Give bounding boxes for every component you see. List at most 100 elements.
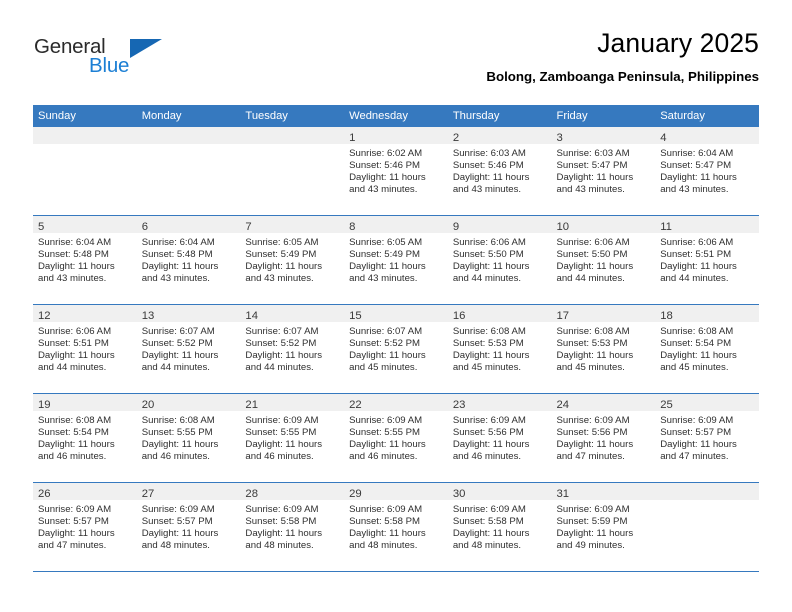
sunset-time: Sunset: 5:49 PM [245, 249, 317, 261]
daylight-duration-line1: Daylight: 11 hours [349, 528, 426, 540]
daylight-duration-line2: and 46 minutes. [349, 451, 418, 463]
calendar-day-cell[interactable]: 15 Sunrise: 6:07 AM Sunset: 5:52 PM Dayligh… [344, 304, 448, 394]
sunrise-time: Sunrise: 6:09 AM [245, 415, 319, 426]
calendar-day-cell[interactable]: 30 Sunrise: 6:09 AM Sunset: 5:58 PM Dayligh… [447, 482, 552, 572]
day-details: Sunrise: 6:09 AM Sunset: 5:57 PM Daylight:… [655, 411, 759, 463]
calendar-day-cell[interactable]: 9 Sunrise: 6:06 AM Sunset: 5:50 PM Daylight… [447, 215, 552, 305]
day-number: 14 [245, 310, 258, 322]
calendar-day-cell[interactable]: 7 Sunrise: 6:05 AM Sunset: 5:49 PM Daylight… [240, 215, 345, 305]
calendar-day-cell[interactable]: 31 Sunrise: 6:09 AM Sunset: 5:59 PM Dayligh… [551, 482, 656, 572]
day-details: Sunrise: 6:09 AM Sunset: 5:58 PM Daylight:… [240, 500, 344, 552]
day-number: 24 [556, 399, 570, 411]
sunrise-time: Sunrise: 6:06 AM [452, 237, 526, 248]
calendar-day-cell[interactable]: 21 Sunrise: 6:09 AM Sunset: 5:55 PM Dayligh… [240, 393, 345, 483]
calendar-day-cell[interactable]: 19 Sunrise: 6:08 AM Sunset: 5:54 PM Dayligh… [33, 393, 137, 483]
sunrise-time: Sunrise: 6:08 AM [660, 326, 734, 337]
day-details: Sunrise: 6:03 AM Sunset: 5:47 PM Daylight:… [552, 144, 656, 196]
day-number: 7 [245, 221, 252, 233]
calendar-day-cell[interactable]: 3 Sunrise: 6:03 AM Sunset: 5:47 PM Daylight… [551, 127, 656, 216]
daylight-duration-line2: and 47 minutes. [556, 451, 625, 463]
day-number-band: 18 [655, 305, 759, 322]
calendar-day-cell[interactable]: 27 Sunrise: 6:09 AM Sunset: 5:57 PM Dayligh… [136, 482, 241, 572]
calendar-day-cell[interactable]: 22 Sunrise: 6:09 AM Sunset: 5:55 PM Dayligh… [344, 393, 448, 483]
daylight-duration-line1: Daylight: 11 hours [245, 528, 323, 540]
sunset-time: Sunset: 5:55 PM [141, 427, 213, 439]
page-subtitle-location: Bolong, Zamboanga Peninsula, Philippines [486, 69, 759, 84]
calendar-day-cell[interactable]: 12 Sunrise: 6:06 AM Sunset: 5:51 PM Dayligh… [33, 304, 137, 394]
day-number-band: 6 [136, 216, 241, 233]
calendar-day-cell[interactable]: 5 Sunrise: 6:04 AM Sunset: 5:48 PM Daylight… [33, 215, 137, 305]
calendar-day-cell[interactable]: 29 Sunrise: 6:09 AM Sunset: 5:58 PM Dayligh… [344, 482, 448, 572]
calendar-day-cell[interactable]: 23 Sunrise: 6:09 AM Sunset: 5:56 PM Dayligh… [447, 393, 552, 483]
day-number-band: 27 [136, 483, 241, 500]
sunset-time: Sunset: 5:49 PM [349, 249, 421, 261]
sunset-time: Sunset: 5:51 PM [38, 338, 109, 350]
day-details: Sunrise: 6:05 AM Sunset: 5:49 PM Daylight:… [344, 233, 448, 285]
day-details: Sunrise: 6:06 AM Sunset: 5:50 PM Daylight:… [552, 233, 656, 285]
day-details: Sunrise: 6:06 AM Sunset: 5:51 PM Daylight:… [33, 322, 137, 374]
daylight-duration-line1: Daylight: 11 hours [349, 172, 426, 184]
sunrise-time: Sunrise: 6:09 AM [349, 415, 423, 426]
daylight-duration-line2: and 44 minutes. [660, 273, 729, 285]
calendar-day-cell[interactable]: 14 Sunrise: 6:07 AM Sunset: 5:52 PM Dayligh… [240, 304, 345, 394]
calendar-day-cell[interactable]: 26 Sunrise: 6:09 AM Sunset: 5:57 PM Dayligh… [33, 482, 137, 572]
day-number-band: 14 [240, 305, 345, 322]
sunset-time: Sunset: 5:57 PM [660, 427, 732, 439]
calendar-day-cell[interactable]: 24 Sunrise: 6:09 AM Sunset: 5:56 PM Dayligh… [551, 393, 656, 483]
day-number: 26 [38, 488, 51, 500]
day-number: 3 [556, 132, 563, 144]
sunrise-time: Sunrise: 6:09 AM [452, 504, 526, 515]
calendar-day-cell[interactable]: 8 Sunrise: 6:05 AM Sunset: 5:49 PM Daylight… [344, 215, 448, 305]
sunrise-time: Sunrise: 6:04 AM [660, 148, 734, 159]
daylight-duration-line1: Daylight: 11 hours [349, 261, 426, 273]
day-details: Sunrise: 6:09 AM Sunset: 5:58 PM Daylight:… [344, 500, 448, 552]
sunset-time: Sunset: 5:50 PM [556, 249, 628, 261]
generalblue-logo[interactable]: General Blue [33, 35, 233, 93]
day-number: 18 [660, 310, 673, 322]
day-number: 8 [349, 221, 356, 233]
day-number-band: 3 [551, 127, 656, 144]
calendar-week-row: 26 Sunrise: 6:09 AM Sunset: 5:57 PM Dayligh… [33, 482, 759, 572]
day-details: Sunrise: 6:04 AM Sunset: 5:48 PM Daylight:… [137, 233, 241, 285]
day-details: Sunrise: 6:05 AM Sunset: 5:49 PM Daylight:… [240, 233, 344, 285]
calendar-day-cell-empty [655, 482, 759, 572]
day-number-band [136, 127, 241, 144]
day-number-band: 5 [33, 216, 137, 233]
day-details: Sunrise: 6:02 AM Sunset: 5:46 PM Daylight:… [344, 144, 448, 196]
calendar-day-cell[interactable]: 20 Sunrise: 6:08 AM Sunset: 5:55 PM Dayligh… [136, 393, 241, 483]
calendar-day-cell[interactable]: 17 Sunrise: 6:08 AM Sunset: 5:53 PM Dayligh… [551, 304, 656, 394]
calendar-day-cell[interactable]: 11 Sunrise: 6:06 AM Sunset: 5:51 PM Dayligh… [655, 215, 759, 305]
day-details: Sunrise: 6:06 AM Sunset: 5:50 PM Daylight:… [448, 233, 552, 285]
sunset-time: Sunset: 5:52 PM [141, 338, 213, 350]
calendar-day-cell[interactable]: 16 Sunrise: 6:08 AM Sunset: 5:53 PM Dayligh… [447, 304, 552, 394]
daylight-duration-line2: and 48 minutes. [349, 540, 418, 552]
day-details: Sunrise: 6:09 AM Sunset: 5:57 PM Daylight:… [33, 500, 137, 552]
calendar-day-cell[interactable]: 2 Sunrise: 6:03 AM Sunset: 5:46 PM Daylight… [447, 127, 552, 216]
daylight-duration-line2: and 46 minutes. [245, 451, 314, 463]
calendar-day-cell-empty [240, 127, 345, 216]
calendar-week-row: 5 Sunrise: 6:04 AM Sunset: 5:48 PM Daylight… [33, 215, 759, 305]
daylight-duration-line2: and 45 minutes. [556, 362, 625, 374]
sunrise-time: Sunrise: 6:07 AM [141, 326, 215, 337]
sunset-time: Sunset: 5:58 PM [245, 516, 317, 528]
calendar-day-cell[interactable]: 28 Sunrise: 6:09 AM Sunset: 5:58 PM Dayligh… [240, 482, 345, 572]
calendar-page: General Blue January 2025 Bolong, Zamboa… [0, 0, 792, 612]
calendar-day-cell[interactable]: 25 Sunrise: 6:09 AM Sunset: 5:57 PM Dayligh… [655, 393, 759, 483]
daylight-duration-line2: and 49 minutes. [556, 540, 625, 552]
day-number: 20 [141, 399, 155, 411]
day-number: 1 [349, 132, 356, 144]
day-number-band: 26 [33, 483, 137, 500]
calendar-day-cell[interactable]: 6 Sunrise: 6:04 AM Sunset: 5:48 PM Daylight… [136, 215, 241, 305]
daylight-duration-line2: and 45 minutes. [660, 362, 729, 374]
sunrise-time: Sunrise: 6:02 AM [349, 148, 423, 159]
day-details: Sunrise: 6:08 AM Sunset: 5:54 PM Daylight:… [33, 411, 137, 463]
daylight-duration-line2: and 44 minutes. [38, 362, 107, 374]
calendar-day-cell[interactable]: 1 Sunrise: 6:02 AM Sunset: 5:46 PM Daylight… [344, 127, 448, 216]
sunrise-time: Sunrise: 6:09 AM [38, 504, 112, 515]
sunset-time: Sunset: 5:53 PM [556, 338, 628, 350]
calendar-day-cell[interactable]: 10 Sunrise: 6:06 AM Sunset: 5:50 PM Dayligh… [551, 215, 656, 305]
daylight-duration-line1: Daylight: 11 hours [141, 350, 219, 362]
calendar-day-cell[interactable]: 4 Sunrise: 6:04 AM Sunset: 5:47 PM Daylight… [655, 127, 759, 216]
calendar-day-cell[interactable]: 18 Sunrise: 6:08 AM Sunset: 5:54 PM Dayligh… [655, 304, 759, 394]
calendar-day-cell[interactable]: 13 Sunrise: 6:07 AM Sunset: 5:52 PM Dayligh… [136, 304, 241, 394]
